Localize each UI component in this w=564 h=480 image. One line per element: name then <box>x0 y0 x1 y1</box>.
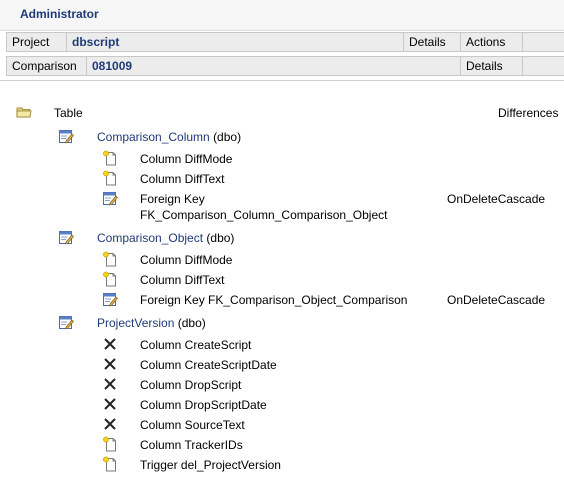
tree-item-label: Foreign Key FK_Comparison_Object_Compari… <box>140 293 408 307</box>
difference-value: OnDeleteCascade <box>447 192 546 206</box>
tree-item-label: Trigger del_ProjectVersion <box>140 458 281 472</box>
edit-icon <box>102 190 118 206</box>
project-value: dbscript <box>67 33 404 51</box>
tree-item-label-continued: FK_Comparison_Column_Comparison_Object <box>140 208 388 222</box>
page-title: Administrator <box>20 7 99 21</box>
tree-item-label: Column DropScriptDate <box>140 398 267 412</box>
table-schema: (dbo) <box>206 231 235 245</box>
project-details-button[interactable]: Details <box>404 33 461 51</box>
delete-icon <box>102 396 118 412</box>
table-schema: (dbo) <box>213 130 242 144</box>
edit-icon <box>58 229 74 245</box>
tree-item-label: Column DiffText <box>140 273 225 287</box>
new-item-icon <box>102 456 118 472</box>
tree-item-label: Column DiffMode <box>140 152 233 166</box>
table-name-link[interactable]: Comparison_Object <box>97 231 203 245</box>
table-header: Comparison_Object (dbo) <box>97 230 234 246</box>
comparison-details-button[interactable]: Details <box>461 57 523 75</box>
differences-header: Differences <box>498 106 559 120</box>
title-bar: Administrator <box>0 0 564 31</box>
new-item-icon <box>102 271 118 287</box>
comparison-label: Comparison <box>7 57 87 75</box>
header-divider <box>0 80 564 81</box>
tree-item-label: Column CreateScript <box>140 338 252 352</box>
comparison-row: Comparison 081009 Details <box>6 56 564 76</box>
table-header: Comparison_Column (dbo) <box>97 129 241 145</box>
tree-item-label: Column DropScript <box>140 378 242 392</box>
difference-value: OnDeleteCascade <box>447 293 546 307</box>
tree-root-label: Table <box>54 106 83 120</box>
tree-item-label: Column DiffText <box>140 172 225 186</box>
table-header: ProjectVersion (dbo) <box>97 315 206 331</box>
tree-item-label: Column DiffMode <box>140 253 233 267</box>
tree-item-label: Column CreateScriptDate <box>140 358 277 372</box>
delete-icon <box>102 356 118 372</box>
delete-icon <box>102 416 118 432</box>
new-item-icon <box>102 170 118 186</box>
table-schema: (dbo) <box>177 316 206 330</box>
edit-icon <box>58 128 74 144</box>
delete-icon <box>102 376 118 392</box>
folder-icon <box>16 104 32 120</box>
new-item-icon <box>102 436 118 452</box>
new-item-icon <box>102 150 118 166</box>
edit-icon <box>58 314 74 330</box>
table-name-link[interactable]: ProjectVersion <box>97 316 174 330</box>
tree-item-label: Column SourceText <box>140 418 245 432</box>
delete-icon <box>102 336 118 352</box>
comparison-value: 081009 <box>87 57 461 75</box>
project-actions-button[interactable]: Actions <box>461 33 523 51</box>
tree-item-label: Foreign Key <box>140 192 205 206</box>
project-label: Project <box>7 33 67 51</box>
project-row: Project dbscript Details Actions <box>6 32 564 52</box>
tree-item-label: Column TrackerIDs <box>140 438 243 452</box>
edit-icon <box>102 291 118 307</box>
table-name-link[interactable]: Comparison_Column <box>97 130 210 144</box>
new-item-icon <box>102 251 118 267</box>
